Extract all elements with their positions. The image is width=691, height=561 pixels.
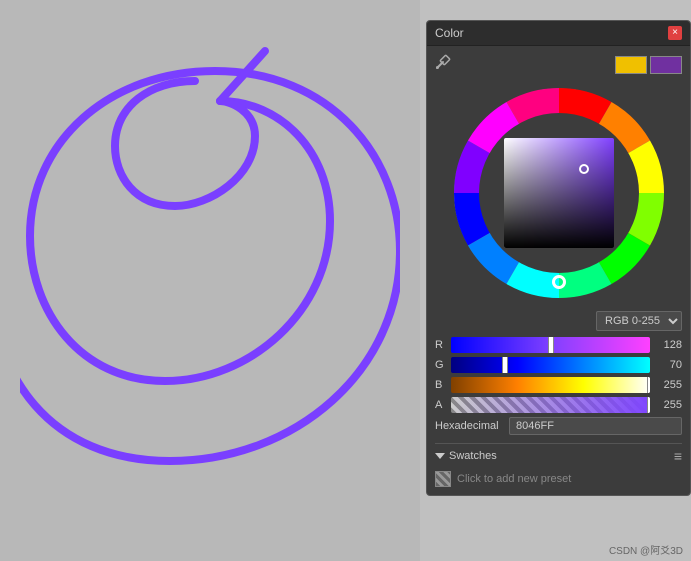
channel-slider-r[interactable] [451,337,650,353]
panel-title: Color [435,26,464,40]
channel-value-b: 255 [654,379,682,391]
swatches-add-row[interactable]: Click to add new preset [435,471,682,487]
color-panel: Color × [426,20,691,496]
triangle-icon [435,453,445,459]
channel-value-g: 70 [654,359,682,371]
spiral-svg [20,21,400,541]
channel-label-a: A [435,399,447,411]
watermark: CSDN @阿爻3D [609,542,683,557]
channel-slider-g[interactable] [451,357,650,373]
channel-slider-a[interactable] [451,397,650,413]
channel-row-r: R 128 [435,337,682,353]
close-button[interactable]: × [668,26,682,40]
channel-row-g: G 70 [435,357,682,373]
swatches-title: Swatches [449,450,497,462]
channel-thumb-g [502,357,508,373]
mode-select[interactable]: RGB 0-255 HSB HSL [596,311,682,331]
add-swatch-box [435,471,451,487]
hex-label: Hexadecimal [435,420,505,432]
color-square[interactable] [504,138,614,248]
swatch-yellow[interactable] [615,56,647,74]
channel-thumb-a [647,397,650,413]
channel-thumb-b [647,377,650,393]
alpha-overlay [451,397,650,413]
square-cursor [579,164,589,174]
channel-row-b: B 255 [435,377,682,393]
channel-label-b: B [435,379,447,391]
channel-value-a: 255 [654,399,682,411]
color-swatches-top [615,56,682,74]
channel-row-a: A 255 [435,397,682,413]
channel-thumb-r [548,337,554,353]
canvas-area [0,0,420,561]
more-icon[interactable]: ≡ [674,448,682,464]
eyedropper-icon[interactable] [435,54,451,75]
mode-selector: RGB 0-255 HSB HSL [435,311,682,331]
channel-value-r: 128 [654,339,682,351]
channel-label-r: R [435,339,447,351]
top-toolbar [435,54,682,75]
swatches-header: Swatches ≡ [435,443,682,467]
color-wheel-container[interactable] [449,83,669,303]
panel-title-bar: Color × [427,21,690,46]
channel-label-g: G [435,359,447,371]
hex-input[interactable] [509,417,682,435]
hex-row: Hexadecimal [435,417,682,435]
swatches-title-row: Swatches [435,450,497,462]
channel-slider-b[interactable] [451,377,650,393]
swatches-add-label: Click to add new preset [457,473,571,485]
swatch-purple[interactable] [650,56,682,74]
